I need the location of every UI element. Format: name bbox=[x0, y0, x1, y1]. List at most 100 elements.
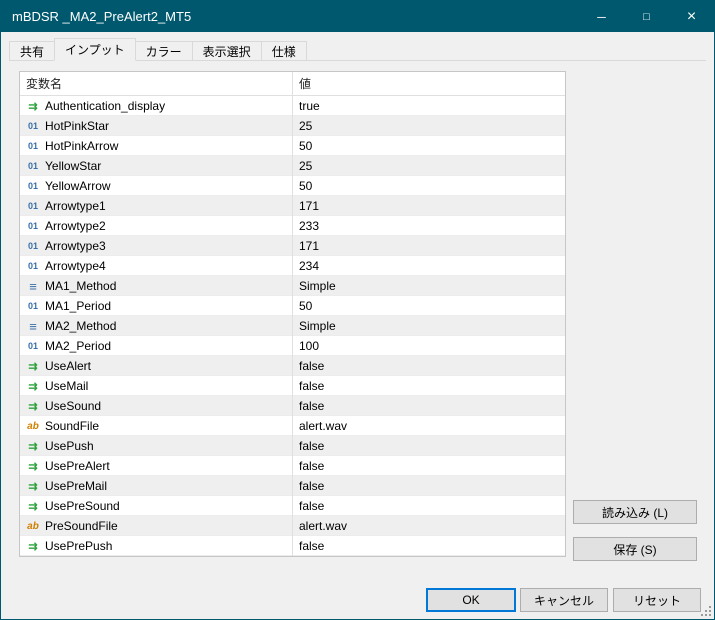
tab-label: 表示選択 bbox=[203, 43, 251, 60]
tab-inputs[interactable]: インプット bbox=[54, 38, 136, 61]
maximize-button[interactable]: □ bbox=[624, 1, 669, 32]
int-type-icon: 01 bbox=[25, 121, 41, 131]
param-name: Arrowtype1 bbox=[45, 199, 106, 213]
param-name: UsePreAlert bbox=[45, 459, 110, 473]
reset-button[interactable]: リセット bbox=[613, 588, 701, 612]
param-value-cell[interactable]: 234 bbox=[292, 256, 565, 276]
param-value-cell[interactable]: false bbox=[292, 536, 565, 556]
cancel-button[interactable]: キャンセル bbox=[520, 588, 608, 612]
table-row[interactable]: ⇉UsePushfalse bbox=[20, 436, 565, 456]
param-name: SoundFile bbox=[45, 419, 99, 433]
param-value-cell[interactable]: 171 bbox=[292, 196, 565, 216]
param-name: MA1_Period bbox=[45, 299, 111, 313]
table-row[interactable]: ⇉UsePrePushfalse bbox=[20, 536, 565, 556]
resize-grip-icon[interactable] bbox=[699, 604, 712, 617]
param-name: UsePrePush bbox=[45, 539, 112, 553]
minimize-button[interactable]: ─ bbox=[579, 1, 624, 32]
int-type-icon: 01 bbox=[25, 301, 41, 311]
param-value-cell[interactable]: false bbox=[292, 376, 565, 396]
table-row[interactable]: ⇉UsePreMailfalse bbox=[20, 476, 565, 496]
title-bar: mBDSR _MA2_PreAlert2_MT5 ─ □ × bbox=[1, 1, 714, 32]
param-name: UseSound bbox=[45, 399, 101, 413]
table-row[interactable]: abSoundFilealert.wav bbox=[20, 416, 565, 436]
param-value-cell[interactable]: 233 bbox=[292, 216, 565, 236]
window-title: mBDSR _MA2_PreAlert2_MT5 bbox=[1, 9, 191, 24]
table-row[interactable]: ≡MA2_MethodSimple bbox=[20, 316, 565, 336]
param-value-cell[interactable]: 171 bbox=[292, 236, 565, 256]
param-value-cell[interactable]: 25 bbox=[292, 156, 565, 176]
param-value-cell[interactable]: 50 bbox=[292, 136, 565, 156]
param-name-cell: 01Arrowtype3 bbox=[20, 236, 292, 256]
param-name-cell: 01Arrowtype2 bbox=[20, 216, 292, 236]
param-value-cell[interactable]: 100 bbox=[292, 336, 565, 356]
param-name-cell: ⇉UsePreSound bbox=[20, 496, 292, 516]
save-button[interactable]: 保存 (S) bbox=[573, 537, 697, 561]
param-name-cell: ⇉UsePush bbox=[20, 436, 292, 456]
table-row[interactable]: ⇉Authentication_displaytrue bbox=[20, 96, 565, 116]
table-row[interactable]: 01Arrowtype2233 bbox=[20, 216, 565, 236]
param-value-cell[interactable]: 50 bbox=[292, 176, 565, 196]
param-name-cell: 01HotPinkStar bbox=[20, 116, 292, 136]
param-value-cell[interactable]: false bbox=[292, 436, 565, 456]
param-value-cell[interactable]: alert.wav bbox=[292, 516, 565, 536]
param-name: Arrowtype3 bbox=[45, 239, 106, 253]
param-value-cell[interactable]: alert.wav bbox=[292, 416, 565, 436]
tab-label: カラー bbox=[146, 43, 182, 60]
param-value-cell[interactable]: false bbox=[292, 456, 565, 476]
int-type-icon: 01 bbox=[25, 221, 41, 231]
param-value-cell[interactable]: false bbox=[292, 496, 565, 516]
int-type-icon: 01 bbox=[25, 161, 41, 171]
param-value-cell[interactable]: false bbox=[292, 396, 565, 416]
bool-type-icon: ⇉ bbox=[25, 380, 41, 393]
param-name: Authentication_display bbox=[45, 99, 165, 113]
table-row[interactable]: ⇉ UsePreAlert false bbox=[20, 456, 565, 476]
close-icon: × bbox=[687, 8, 696, 26]
table-row[interactable]: 01 MA1_Period 50 bbox=[20, 296, 565, 316]
enum-type-icon: ≡ bbox=[25, 319, 41, 334]
tab-specification[interactable]: 仕様 bbox=[261, 41, 307, 60]
param-name-cell: abSoundFile bbox=[20, 416, 292, 436]
table-row[interactable]: ⇉UseSoundfalse bbox=[20, 396, 565, 416]
param-value-cell[interactable]: false bbox=[292, 476, 565, 496]
param-value-cell[interactable]: Simple bbox=[292, 276, 565, 296]
table-row[interactable]: ⇉UseAlertfalse bbox=[20, 356, 565, 376]
tab-bar: 共有 インプット カラー 表示選択 仕様 bbox=[9, 38, 706, 61]
table-row[interactable]: 01Arrowtype4234 bbox=[20, 256, 565, 276]
tab-visualization[interactable]: 表示選択 bbox=[192, 41, 262, 60]
ok-button[interactable]: OK bbox=[426, 588, 516, 612]
table-row[interactable]: 01HotPinkStar25 bbox=[20, 116, 565, 136]
param-name-cell: ≡MA1_Method bbox=[20, 276, 292, 296]
int-type-icon: 01 bbox=[25, 141, 41, 151]
tab-common[interactable]: 共有 bbox=[9, 41, 55, 60]
table-row[interactable]: 01 YellowStar 25 bbox=[20, 156, 565, 176]
param-name: UsePush bbox=[45, 439, 94, 453]
table-header-row: 変数名 値 bbox=[20, 72, 565, 96]
param-value-cell[interactable]: 50 bbox=[292, 296, 565, 316]
table-row[interactable]: ⇉UseMailfalse bbox=[20, 376, 565, 396]
table-row[interactable]: ≡MA1_MethodSimple bbox=[20, 276, 565, 296]
tab-label: インプット bbox=[65, 41, 125, 58]
bool-type-icon: ⇉ bbox=[25, 460, 41, 473]
enum-type-icon: ≡ bbox=[25, 279, 41, 294]
table-row[interactable]: 01Arrowtype3171 bbox=[20, 236, 565, 256]
table-row[interactable]: ⇉UsePreSoundfalse bbox=[20, 496, 565, 516]
load-button[interactable]: 読み込み (L) bbox=[573, 500, 697, 524]
table-row[interactable]: 01HotPinkArrow50 bbox=[20, 136, 565, 156]
param-value-cell[interactable]: false bbox=[292, 356, 565, 376]
close-button[interactable]: × bbox=[669, 1, 714, 32]
param-value-cell[interactable]: Simple bbox=[292, 316, 565, 336]
param-name: YellowStar bbox=[45, 159, 101, 173]
param-name: MA2_Period bbox=[45, 339, 111, 353]
table-row[interactable]: 01MA2_Period100 bbox=[20, 336, 565, 356]
table-row[interactable]: 01YellowArrow50 bbox=[20, 176, 565, 196]
tab-colors[interactable]: カラー bbox=[135, 41, 193, 60]
param-name-cell: ⇉UsePrePush bbox=[20, 536, 292, 556]
string-type-icon: ab bbox=[25, 521, 41, 532]
table-row[interactable]: ab PreSoundFile alert.wav bbox=[20, 516, 565, 536]
param-name: PreSoundFile bbox=[45, 519, 118, 533]
table-row[interactable]: 01Arrowtype1171 bbox=[20, 196, 565, 216]
bool-type-icon: ⇉ bbox=[25, 500, 41, 513]
column-header-name: 変数名 bbox=[20, 72, 292, 95]
param-value-cell[interactable]: true bbox=[292, 96, 565, 116]
param-value-cell[interactable]: 25 bbox=[292, 116, 565, 136]
